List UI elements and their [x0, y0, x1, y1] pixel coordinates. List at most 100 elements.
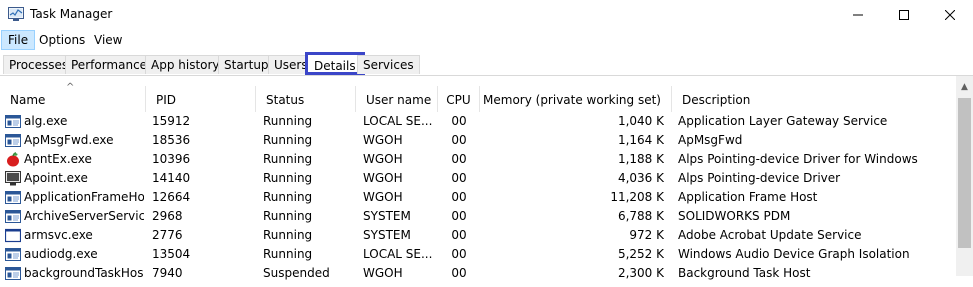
process-pid: 2776: [152, 228, 183, 242]
service-window-icon: [5, 209, 21, 224]
process-name: ApplicationFrameHo...: [24, 190, 144, 204]
scroll-up-icon[interactable]: ▲: [956, 82, 973, 96]
table-row[interactable]: ArchiveServerService... 2968 Running SYSTEM…: [0, 207, 957, 226]
column-header-memory[interactable]: Memory (private working set): [480, 86, 672, 112]
menu-options[interactable]: Options: [33, 30, 91, 50]
process-cpu: 00: [451, 171, 467, 185]
process-description: Alps Pointing-device Driver for Windows: [678, 152, 918, 166]
process-name: alg.exe: [24, 114, 68, 128]
service-window-icon: [5, 133, 21, 148]
process-memory: 6,788 K: [617, 209, 664, 223]
table-row[interactable]: alg.exe 15912 Running LOCAL SE... 00 1,040 K A…: [0, 112, 957, 131]
menu-file[interactable]: File: [1, 30, 36, 50]
column-header-status[interactable]: Status: [256, 86, 356, 112]
process-status: Running: [263, 133, 313, 147]
process-status: Running: [263, 152, 313, 166]
process-pid: 15912: [152, 114, 191, 128]
menu-view[interactable]: View: [88, 30, 128, 50]
title-bar: Task Manager: [0, 0, 973, 30]
process-pid: 2968: [152, 209, 183, 223]
process-memory: 2,300 K: [617, 266, 664, 280]
process-pid: 14140: [152, 171, 191, 185]
maximize-button[interactable]: [881, 0, 927, 30]
close-button[interactable]: [927, 0, 973, 30]
tab-details[interactable]: Details: [305, 52, 365, 75]
process-name: armsvc.exe: [24, 228, 93, 242]
process-status: Running: [263, 209, 313, 223]
process-cpu: 00: [451, 190, 467, 204]
process-memory: 1,040 K: [617, 114, 664, 128]
process-description: SOLIDWORKS PDM: [678, 209, 791, 223]
service-window-icon: [5, 114, 21, 129]
process-name: ArchiveServerService...: [24, 209, 144, 223]
process-description: Application Layer Gateway Service: [678, 114, 888, 128]
process-user-name: WGOH: [363, 133, 403, 147]
process-user-name: WGOH: [363, 266, 403, 280]
process-memory: 11,208 K: [610, 190, 664, 204]
process-user-name: LOCAL SE...: [363, 114, 433, 128]
process-user-name: SYSTEM: [363, 209, 411, 223]
process-cpu: 00: [451, 114, 467, 128]
column-header-user-name[interactable]: User name: [356, 86, 438, 112]
process-memory: 1,164 K: [617, 133, 664, 147]
process-cpu: 00: [451, 228, 467, 242]
process-pid: 13504: [152, 247, 191, 261]
blank-window-icon: [4, 228, 22, 243]
service-window-icon: [5, 190, 21, 205]
table-row[interactable]: ApplicationFrameHo... 12664 Running WGOH 00 1…: [0, 188, 957, 207]
process-memory: 1,188 K: [617, 152, 664, 166]
window-title: Task Manager: [30, 7, 113, 21]
process-user-name: WGOH: [363, 152, 403, 166]
process-user-name: SYSTEM: [363, 228, 411, 242]
process-memory: 4,036 K: [617, 171, 664, 185]
tab-processes[interactable]: Processes: [3, 55, 75, 74]
monitor-icon: [5, 171, 21, 186]
table-row[interactable]: armsvc.exe 2776 Running SYSTEM 00 972 K Adobe …: [0, 226, 957, 245]
process-description: ApMsgFwd: [678, 133, 743, 147]
vertical-scrollbar[interactable]: ▲: [956, 76, 973, 276]
service-window-icon: [5, 266, 21, 281]
table-row[interactable]: Apoint.exe 14140 Running WGOH 00 4,036 K Alps …: [0, 169, 957, 188]
process-pid: 18536: [152, 133, 191, 147]
table-row[interactable]: ApMsgFwd.exe 18536 Running WGOH 00 1,164 K ApM…: [0, 131, 957, 150]
process-name: Apoint.exe: [24, 171, 88, 185]
scrollbar-thumb[interactable]: [958, 98, 971, 248]
process-description: Windows Audio Device Graph Isolation: [678, 247, 910, 261]
process-cpu: 00: [451, 266, 467, 280]
tab-performance[interactable]: Performance: [65, 55, 154, 74]
tab-services[interactable]: Services: [357, 55, 420, 74]
column-header-description[interactable]: Description: [672, 86, 957, 112]
table-row[interactable]: ApntEx.exe 10396 Running WGOH 00 1,188 K Alps …: [0, 150, 957, 169]
process-pid: 10396: [152, 152, 191, 166]
process-status: Running: [263, 228, 313, 242]
process-description: Adobe Acrobat Update Service: [678, 228, 862, 242]
service-window-icon: [5, 247, 21, 262]
column-header-pid[interactable]: PID: [146, 86, 256, 112]
process-name: ApMsgFwd.exe: [24, 133, 114, 147]
process-description: Application Frame Host: [678, 190, 818, 204]
table-row[interactable]: audiodg.exe 13504 Running LOCAL SE... 00 5,25…: [0, 245, 957, 264]
tab-strip: Processes Performance App history Startu…: [0, 52, 973, 76]
process-memory: 972 K: [629, 228, 664, 242]
process-status: Running: [263, 171, 313, 185]
minimize-icon: [853, 14, 863, 16]
table-row[interactable]: backgroundTaskHos... 7940 Suspended WGOH 00 2…: [0, 264, 957, 283]
process-description: Alps Pointing-device Driver: [678, 171, 841, 185]
column-header-name[interactable]: ^ Name: [0, 82, 146, 112]
process-status: Suspended: [263, 266, 330, 280]
process-cpu: 00: [451, 152, 467, 166]
minimize-button[interactable]: [835, 0, 881, 30]
process-cpu: 00: [451, 209, 467, 223]
sort-ascending-icon: ^: [66, 82, 75, 93]
process-pid: 7940: [152, 266, 183, 280]
process-status: Running: [263, 247, 313, 261]
process-user-name: LOCAL SE...: [363, 247, 433, 261]
tab-app-history[interactable]: App history: [145, 55, 226, 74]
process-name: ApntEx.exe: [24, 152, 92, 166]
apple-icon: [5, 152, 21, 167]
process-user-name: WGOH: [363, 171, 403, 185]
column-header-cpu[interactable]: CPU: [438, 86, 480, 112]
tab-startup[interactable]: Startup: [218, 55, 275, 74]
process-description: Background Task Host: [678, 266, 811, 280]
process-status: Running: [263, 190, 313, 204]
